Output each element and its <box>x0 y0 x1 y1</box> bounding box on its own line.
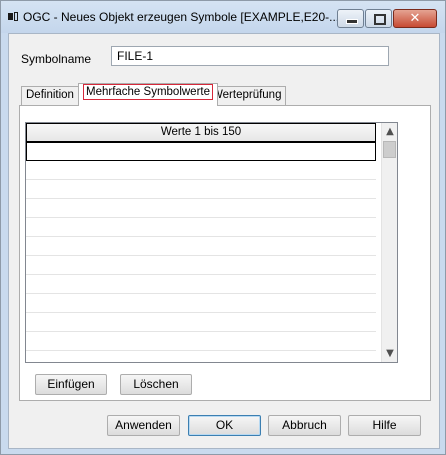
tab-label: Werteprüfung <box>212 89 282 101</box>
delete-button[interactable]: Löschen <box>120 374 192 395</box>
title-bar[interactable]: OGC - Neues Objekt erzeugen Symbole [EXA… <box>1 1 445 33</box>
tab-wertepruefung[interactable]: Werteprüfung <box>207 86 287 105</box>
table-row[interactable] <box>26 180 376 199</box>
minimize-button[interactable] <box>337 9 364 28</box>
tab-mehrfache-symbolwerte[interactable]: Mehrfache Symbolwerte <box>78 83 218 106</box>
maximize-button[interactable] <box>365 9 392 28</box>
table-row[interactable] <box>26 218 376 237</box>
table-row[interactable] <box>26 351 376 362</box>
close-icon: ✕ <box>409 11 421 26</box>
symbolname-label: Symbolname <box>21 52 92 66</box>
scroll-down-icon[interactable]: ▼ <box>382 345 397 362</box>
table-row[interactable] <box>26 313 376 332</box>
grid-active-cell[interactable] <box>26 142 376 161</box>
tab-definition[interactable]: Definition <box>21 86 79 105</box>
scroll-up-icon[interactable]: ▲ <box>382 123 397 140</box>
insert-button[interactable]: Einfügen <box>35 374 107 395</box>
maximize-icon <box>374 14 386 25</box>
close-button[interactable]: ✕ <box>393 9 437 28</box>
table-row[interactable] <box>26 275 376 294</box>
cancel-button[interactable]: Abbruch <box>268 415 341 436</box>
window-title: OGC - Neues Objekt erzeugen Symbole [EXA… <box>23 10 340 24</box>
tab-label: Definition <box>26 89 74 101</box>
grid-rows <box>26 161 376 362</box>
vertical-scrollbar[interactable]: ▲ ▼ <box>381 123 397 362</box>
table-row[interactable] <box>26 294 376 313</box>
dialog-window: OGC - Neues Objekt erzeugen Symbole [EXA… <box>0 0 446 455</box>
dialog-client-area: Symbolname FILE-1 Definition Mehrfache S… <box>8 33 440 449</box>
help-button[interactable]: Hilfe <box>348 415 421 436</box>
minimize-icon <box>346 19 358 24</box>
table-row[interactable] <box>26 332 376 351</box>
apply-button[interactable]: Anwenden <box>107 415 180 436</box>
ok-button[interactable]: OK <box>188 415 261 436</box>
tab-label: Mehrfache Symbolwerte <box>83 84 213 100</box>
symbolname-input[interactable]: FILE-1 <box>111 46 389 66</box>
table-row[interactable] <box>26 199 376 218</box>
table-row[interactable] <box>26 237 376 256</box>
app-icon[interactable] <box>8 12 18 22</box>
table-row[interactable] <box>26 161 376 180</box>
table-row[interactable] <box>26 256 376 275</box>
scrollbar-thumb[interactable] <box>383 141 396 158</box>
grid-column-header[interactable]: Werte 1 bis 150 <box>26 123 376 142</box>
values-grid[interactable]: Werte 1 bis 150 ▲ ▼ <box>25 122 398 363</box>
